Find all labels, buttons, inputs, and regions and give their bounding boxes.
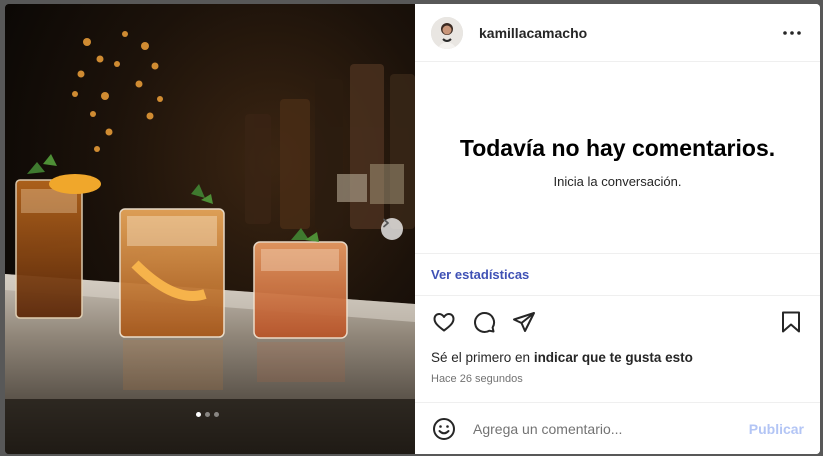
share-icon: [513, 312, 535, 332]
action-bar: [415, 296, 820, 348]
post-modal: kamillacamacho Todavía no hay comentario…: [5, 4, 820, 454]
post-header: kamillacamacho: [415, 4, 820, 62]
post-sidebar: kamillacamacho Todavía no hay comentario…: [415, 4, 820, 454]
view-insights-link[interactable]: Ver estadísticas: [431, 267, 529, 282]
post-media[interactable]: [5, 4, 415, 454]
likes-summary: Sé el primero en indicar que te gusta es…: [415, 348, 820, 370]
avatar[interactable]: [431, 16, 463, 49]
empty-comments-title: Todavía no hay comentarios.: [459, 134, 776, 161]
more-options-button[interactable]: [780, 21, 804, 45]
like-button[interactable]: [431, 309, 457, 335]
share-button[interactable]: [511, 309, 537, 335]
heart-icon: [433, 313, 455, 332]
more-horizontal-icon: [783, 30, 801, 35]
comment-button[interactable]: [471, 309, 497, 335]
cocktails-photo: [5, 4, 415, 454]
comment-composer: Publicar: [415, 402, 820, 454]
post-timestamp: Hace 26 segundos: [431, 373, 523, 385]
carousel-indicator: [196, 412, 219, 417]
empty-comments-subtitle: Inicia la conversación.: [553, 173, 682, 189]
publish-button[interactable]: Publicar: [749, 421, 804, 437]
stats-row: Ver estadísticas: [415, 254, 820, 296]
profile-photo: [431, 16, 463, 49]
bookmark-icon: [782, 311, 800, 333]
comments-area: Todavía no hay comentarios. Inicia la co…: [415, 62, 820, 254]
carousel-dot: [196, 412, 201, 417]
carousel-next-button[interactable]: [381, 218, 403, 240]
carousel-dot: [205, 412, 210, 417]
modal-backdrop[interactable]: kamillacamacho Todavía no hay comentario…: [0, 0, 823, 456]
likes-prefix: Sé el primero en: [431, 350, 534, 365]
comment-input[interactable]: [471, 419, 749, 438]
emoji-button[interactable]: [431, 416, 457, 442]
post-username[interactable]: kamillacamacho: [479, 25, 780, 41]
emoji-icon: [433, 417, 455, 440]
carousel-dot: [214, 412, 219, 417]
comment-icon: [474, 311, 496, 333]
chevron-right-icon: [383, 218, 389, 228]
like-prompt-link[interactable]: indicar que te gusta esto: [534, 350, 693, 365]
save-button[interactable]: [778, 309, 804, 335]
